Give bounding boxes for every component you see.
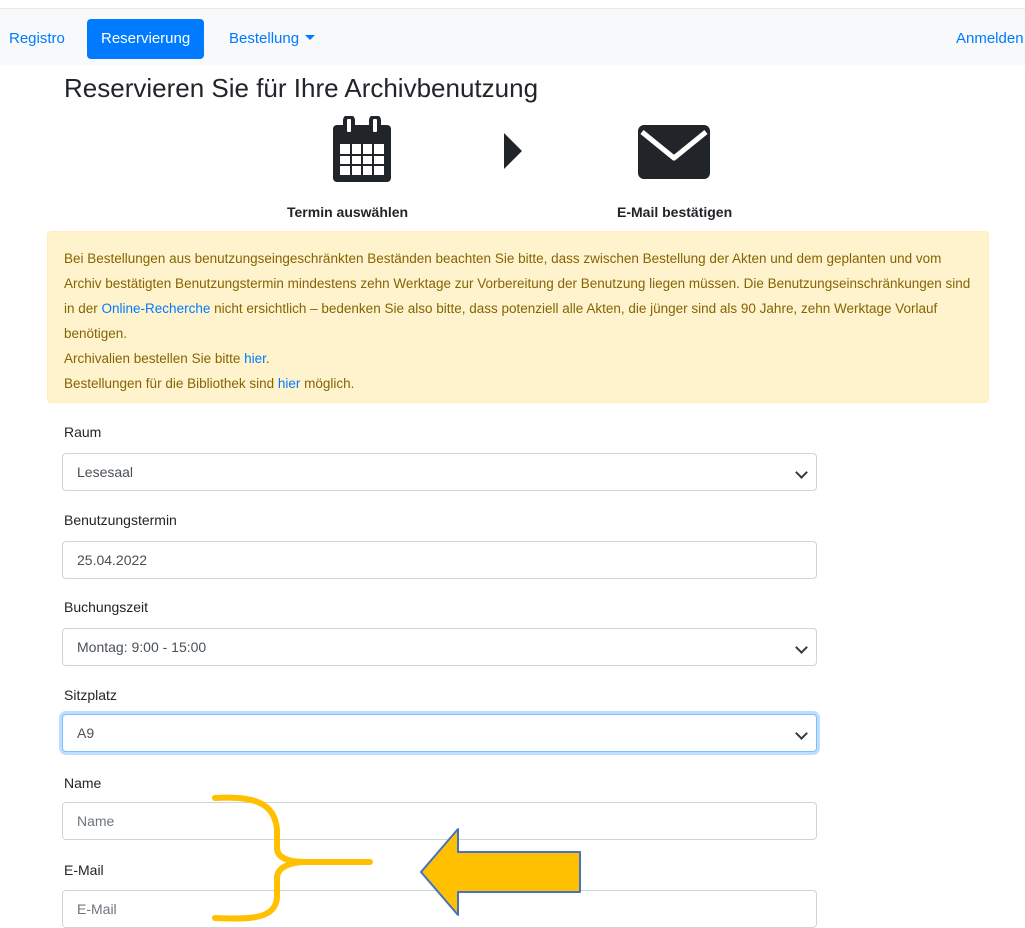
date-label: Benutzungstermin: [64, 512, 177, 528]
notice-library-order-line: Bestellungen für die Bibliothek sind hie…: [64, 376, 355, 391]
room-select-value: Lesesaal: [77, 464, 134, 480]
caret-down-icon: [305, 35, 316, 40]
time-select[interactable]: Montag: 9:00 - 15:00: [62, 628, 817, 666]
date-input-value: 25.04.2022: [77, 552, 148, 568]
time-select-value: Montag: 9:00 - 15:00: [77, 639, 207, 655]
online-recherche-link[interactable]: Online-Recherche: [102, 301, 211, 316]
nav-item-reservierung[interactable]: Reservierung: [87, 19, 205, 59]
chevron-down-icon: [795, 727, 808, 740]
seat-label: Sitzplatz: [64, 687, 117, 703]
calendar-icon: [333, 116, 391, 182]
login-link[interactable]: Anmelden: [956, 19, 1024, 59]
seat-select[interactable]: A9: [62, 714, 817, 752]
email-input-placeholder: E-Mail: [77, 901, 117, 917]
archive-order-link[interactable]: hier: [244, 351, 266, 366]
room-select[interactable]: Lesesaal: [62, 453, 817, 491]
annotation-arrow-icon: [420, 828, 581, 916]
caret-right-icon: [504, 133, 522, 169]
nav-item-bestellung-label: Bestellung: [229, 30, 300, 47]
name-input-placeholder: Name: [77, 813, 115, 829]
room-label: Raum: [64, 424, 102, 440]
notice-archive-order-line: Archivalien bestellen Sie bitte hier.: [64, 351, 270, 366]
nav-item-registro[interactable]: Registro: [9, 19, 65, 59]
notice-alert: Bei Bestellungen aus benutzungseingeschr…: [47, 231, 989, 403]
nav-item-bestellung[interactable]: Bestellung: [229, 19, 316, 59]
library-order-link[interactable]: hier: [278, 376, 301, 391]
name-label: Name: [64, 775, 102, 791]
step-label-confirm-email: E-Mail bestätigen: [617, 204, 733, 220]
chevron-down-icon: [795, 466, 808, 479]
annotation-brace-icon: [212, 794, 373, 922]
step-label-select-date: Termin auswählen: [287, 204, 409, 220]
date-input[interactable]: 25.04.2022: [62, 541, 817, 579]
envelope-icon: [638, 125, 710, 179]
page-title: Reservieren Sie für Ihre Archivbenutzung: [64, 73, 539, 103]
notice-paragraph: Bei Bestellungen aus benutzungseingeschr…: [64, 251, 971, 341]
email-label: E-Mail: [64, 862, 104, 878]
seat-select-value: A9: [77, 725, 95, 741]
top-navbar: Registro Reservierung Bestellung Anmelde…: [0, 8, 1025, 65]
chevron-down-icon: [795, 641, 808, 654]
time-label: Buchungszeit: [64, 599, 149, 615]
